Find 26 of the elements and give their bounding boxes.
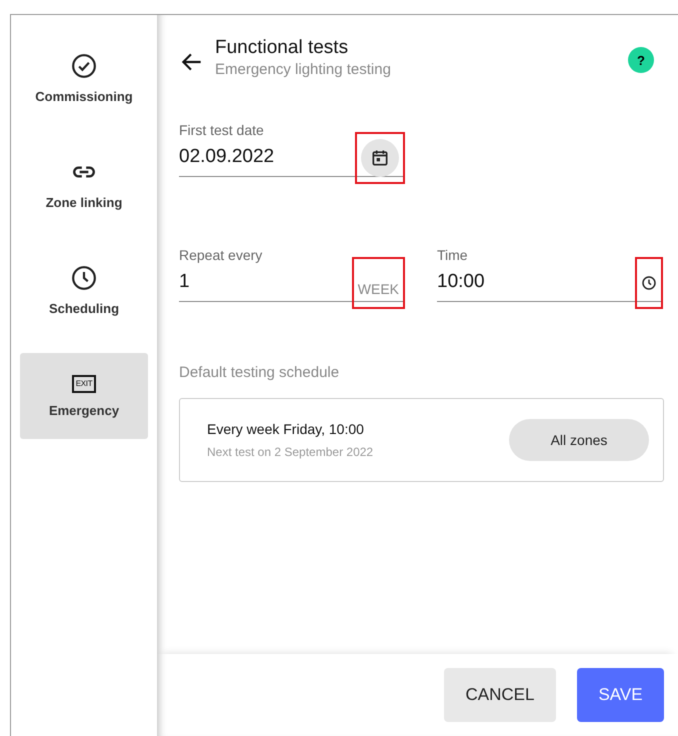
help-button[interactable]: ? (628, 47, 654, 73)
field-label: Repeat every (179, 247, 264, 263)
time-field[interactable]: 10:00 (437, 271, 635, 293)
date-field[interactable]: 02.09.2022 (179, 146, 355, 168)
save-button[interactable]: SAVE (577, 668, 664, 722)
sidebar-item[interactable]: Zone linking (20, 141, 148, 227)
calendar-icon (370, 148, 390, 168)
section-heading: Default testing schedule (179, 364, 340, 381)
exit-sign-icon: EXIT (72, 374, 96, 392)
unit-suffix: WEEK (352, 257, 405, 309)
clock-icon (71, 264, 97, 290)
next-test-text: Next test on 2 September 2022 (207, 445, 374, 459)
zones-chip[interactable]: All zones (509, 419, 649, 461)
page-subtitle: Emergency lighting testing (215, 61, 392, 78)
schedule-summary: Every week Friday, 10:00 (207, 421, 365, 437)
repeat-field[interactable]: 1 (179, 271, 352, 293)
sidebar-item[interactable]: EXIT Emergency (20, 353, 148, 439)
sidebar-item[interactable]: Scheduling (20, 247, 148, 333)
page-title: Functional tests (215, 37, 350, 59)
field-label: Time (437, 247, 469, 263)
cancel-button[interactable]: CANCEL (444, 668, 556, 722)
clock-icon[interactable] (635, 257, 663, 309)
check-circle-icon (71, 52, 97, 78)
field-label: First test date (179, 122, 265, 138)
sidebar-item[interactable]: Commissioning (20, 35, 148, 121)
calendar-button[interactable] (355, 132, 405, 184)
